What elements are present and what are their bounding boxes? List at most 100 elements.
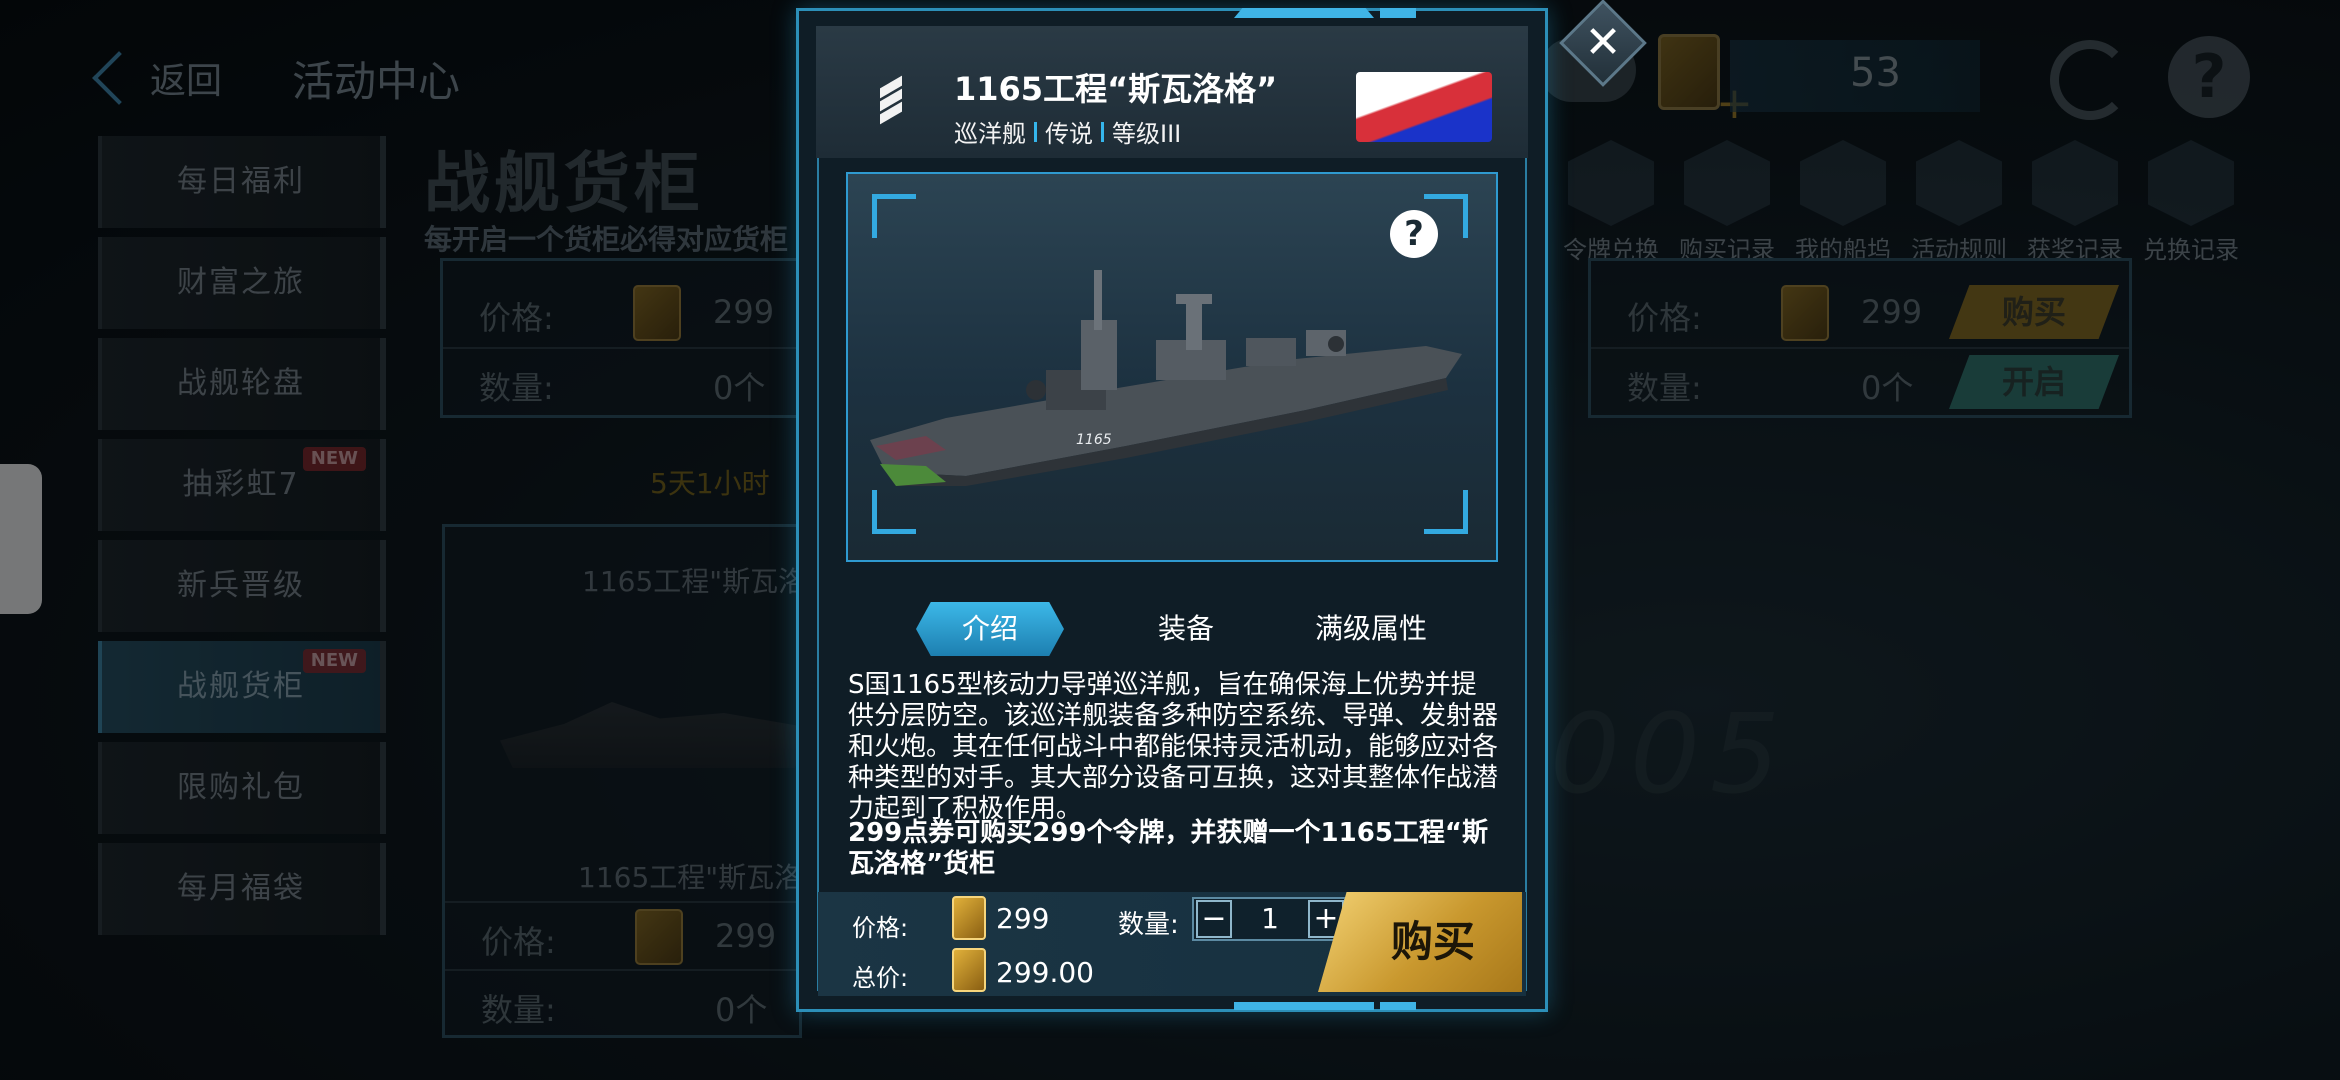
- sidebar-item-limited-pack[interactable]: 限购礼包: [98, 742, 386, 834]
- tab-intro[interactable]: 介绍: [916, 602, 1064, 656]
- ship-rarity: 传说: [1045, 120, 1093, 148]
- total-label: 总价:: [852, 964, 909, 992]
- qty-value: 0个: [1861, 369, 1914, 407]
- countdown-timer: 5天1小时: [650, 467, 770, 500]
- back-button[interactable]: 返回: [92, 51, 223, 105]
- back-arrow-icon: [92, 51, 146, 105]
- qty-label: 数量:: [1627, 369, 1702, 407]
- token-icon: [952, 948, 986, 992]
- currency-value: 53: [1850, 50, 1901, 96]
- price-value: 299: [715, 917, 777, 955]
- ship-type: 巡洋舰: [954, 120, 1026, 148]
- qty-label: 数量:: [479, 369, 554, 407]
- qty-value[interactable]: 1: [1236, 900, 1304, 938]
- total-value: 299.00: [996, 956, 1094, 989]
- sidebar-item-label: 新兵晋级: [177, 568, 305, 603]
- card-ship-name: 1165工程"斯瓦洛格: [578, 861, 831, 894]
- sidebar-item-label: 限购礼包: [177, 770, 305, 805]
- rank-chevron-icon: [880, 75, 902, 132]
- sidebar-item-ship-roulette[interactable]: 战舰轮盘: [98, 338, 386, 430]
- sidebar-item-label: 战舰轮盘: [177, 366, 305, 401]
- frame-decor: [1380, 1002, 1416, 1010]
- quick-action-dock[interactable]: 我的船坞: [1792, 140, 1894, 265]
- sidebar-item-rainbow-7[interactable]: 抽彩虹7 NEW: [98, 439, 386, 531]
- qty-label: 数量:: [481, 991, 556, 1029]
- price-label: 价格:: [852, 914, 909, 942]
- ship-description: S国1165型核动力导弹巡洋舰，旨在确保海上优势并提供分层防空。该巡洋舰装备多种…: [848, 670, 1499, 824]
- quick-action-token-exchange[interactable]: 令牌兑换: [1560, 140, 1662, 265]
- qty-minus-button[interactable]: −: [1196, 900, 1232, 938]
- container-card: 价格: 299 数量: 0个: [442, 524, 802, 1038]
- token-coin-icon: [1658, 34, 1720, 110]
- price-value: 299: [1861, 293, 1923, 331]
- award-record-icon: [2032, 140, 2118, 226]
- sidebar-item-monthly-bag[interactable]: 每月福袋: [98, 843, 386, 935]
- cruiser-model-image: 1165: [870, 270, 1462, 486]
- sidebar-item-label: 每月福袋: [177, 871, 305, 906]
- sidebar-item-recruit-promotion[interactable]: 新兵晋级: [98, 540, 386, 632]
- token-icon: [1781, 285, 1829, 341]
- token-exchange-icon: [1568, 140, 1654, 226]
- qty-value: 0个: [715, 991, 768, 1029]
- sidebar-item-label: 财富之旅: [177, 265, 305, 300]
- price-label: 价格:: [481, 923, 556, 961]
- help-icon[interactable]: ?: [2168, 36, 2250, 118]
- buy-button[interactable]: 购买: [1949, 285, 2119, 339]
- new-badge: NEW: [302, 447, 366, 471]
- token-icon: [633, 285, 681, 341]
- separator: [1101, 121, 1104, 142]
- new-badge: NEW: [302, 649, 366, 673]
- price-label: 价格:: [479, 299, 554, 337]
- sidebar-item-ship-container[interactable]: 战舰货柜 NEW: [98, 641, 386, 733]
- sidebar-item-label: 战舰货柜: [177, 669, 305, 704]
- shop-title: 战舰货柜: [424, 145, 704, 222]
- side-drawer-handle[interactable]: [0, 464, 42, 614]
- hull-number-decor: 005: [1550, 690, 1790, 818]
- qty-value: 0个: [713, 369, 766, 407]
- sidebar: 每日福利 财富之旅 战舰轮盘 抽彩虹7 NEW 新兵晋级 战舰货柜 NEW 限购礼包…: [98, 136, 386, 944]
- sidebar-item-label: 每日福利: [177, 164, 305, 199]
- container-card: 价格: 299 购买 数量: 0个 开启: [1588, 258, 2132, 418]
- refresh-icon[interactable]: [2050, 40, 2130, 120]
- close-icon[interactable]: ✕: [1572, 12, 1634, 74]
- quick-action-exchange-record[interactable]: 兑换记录: [2140, 140, 2242, 265]
- quick-actions: 令牌兑换 购买记录 我的船坞 活动规则 获奖记录 兑换记录: [1560, 140, 2242, 265]
- frame-decor: [1380, 8, 1416, 18]
- container-card: 价格: 299 数量: 0个: [440, 258, 800, 418]
- tab-max-attributes[interactable]: 满级属性: [1286, 602, 1456, 656]
- dock-icon: [1800, 140, 1886, 226]
- sidebar-item-label: 抽彩虹7: [182, 467, 300, 502]
- price-label: 价格:: [1627, 299, 1702, 337]
- hull-number: 1165: [1076, 432, 1112, 448]
- frame-corner: [872, 194, 916, 238]
- ship-meta: 巡洋舰 传说 等级III: [954, 114, 1181, 149]
- frame-decor: [1234, 1002, 1374, 1010]
- ship-name: 1165工程“斯瓦洛格”: [954, 70, 1278, 108]
- promo-text: 299点券可购买299个令牌，并获赠一个1165工程“斯瓦洛格”货柜: [848, 818, 1488, 879]
- open-button[interactable]: 开启: [1949, 355, 2119, 409]
- quick-action-award-record[interactable]: 获奖记录: [2024, 140, 2126, 265]
- qty-label: 数量:: [1118, 910, 1179, 940]
- separator: [1034, 121, 1037, 142]
- shop-subtitle: 每开启一个货柜必得对应货柜: [424, 223, 789, 256]
- quick-action-purchase-record[interactable]: 购买记录: [1676, 140, 1778, 265]
- ship-level: 等级III: [1112, 120, 1182, 148]
- modal-tabs: 介绍 装备 满级属性: [916, 602, 1436, 656]
- purchase-record-icon: [1684, 140, 1770, 226]
- price-value: 299: [996, 902, 1050, 935]
- token-icon: [635, 909, 683, 965]
- sidebar-item-fortune-journey[interactable]: 财富之旅: [98, 237, 386, 329]
- quick-action-rules[interactable]: 活动规则: [1908, 140, 2010, 265]
- quick-action-label: 兑换记录: [2143, 236, 2239, 264]
- price-value: 299: [713, 293, 775, 331]
- frame-decor: [1234, 8, 1374, 18]
- page-title: 活动中心: [292, 57, 461, 106]
- sidebar-item-daily-welfare[interactable]: 每日福利: [98, 136, 386, 228]
- back-label: 返回: [150, 61, 223, 102]
- exchange-record-icon: [2148, 140, 2234, 226]
- token-icon: [952, 896, 986, 940]
- russia-flag-icon: [1356, 72, 1492, 142]
- buy-button[interactable]: 购买: [1318, 892, 1522, 992]
- rules-icon: [1916, 140, 2002, 226]
- tab-equipment[interactable]: 装备: [1116, 602, 1256, 656]
